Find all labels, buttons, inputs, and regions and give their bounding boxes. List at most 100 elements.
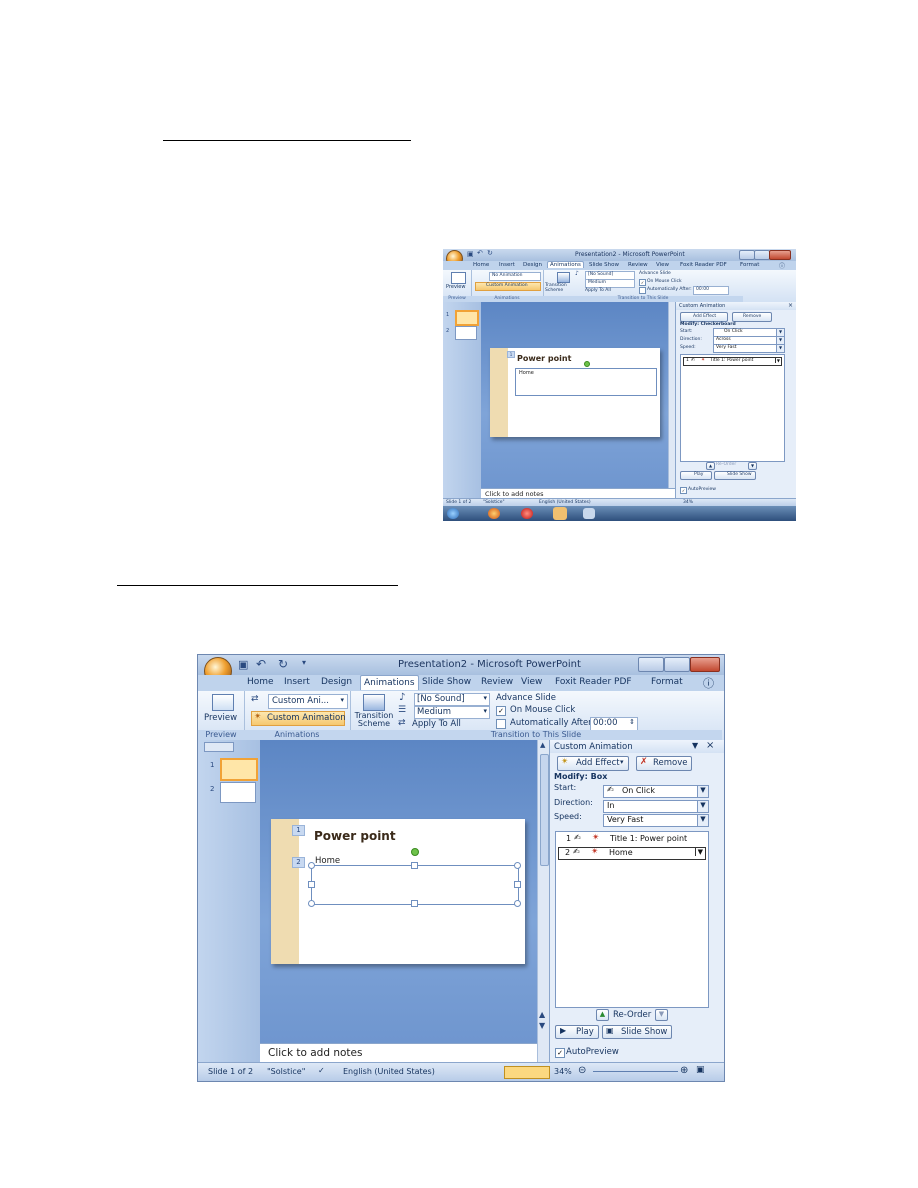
save-icon[interactable]: ▣: [238, 658, 248, 671]
autopreview-checkbox[interactable]: ✓: [680, 487, 687, 494]
maximize-button[interactable]: [754, 250, 770, 260]
slide-show-button[interactable]: Slide Show: [714, 471, 756, 480]
notes-pane[interactable]: Click to add notes: [260, 1043, 537, 1063]
tab-review[interactable]: Review: [628, 262, 648, 268]
taskbar-firefox-icon[interactable]: [488, 508, 500, 519]
undo-icon[interactable]: ↶: [256, 657, 266, 671]
help-icon[interactable]: ⓘ: [779, 261, 785, 270]
tab-foxit[interactable]: Foxit Reader PDF: [555, 677, 632, 687]
tab-foxit[interactable]: Foxit Reader PDF: [680, 262, 727, 268]
tab-animations[interactable]: Animations: [360, 675, 419, 690]
rotation-handle[interactable]: [584, 361, 590, 367]
body-placeholder[interactable]: [515, 368, 657, 396]
minimize-button[interactable]: [739, 250, 755, 260]
custom-animation-button[interactable]: Custom Animation: [475, 282, 541, 291]
animation-list-item[interactable]: 2 ✍ ✴ Home ▼: [558, 847, 706, 860]
rotation-handle[interactable]: [411, 848, 419, 856]
transition-scheme-label[interactable]: Transition Scheme: [353, 712, 395, 728]
tab-review[interactable]: Review: [481, 677, 513, 687]
spell-check-icon[interactable]: ✓: [318, 1066, 325, 1075]
play-button[interactable]: Play: [680, 471, 712, 480]
save-icon[interactable]: ▣: [467, 250, 474, 258]
apply-to-all-button[interactable]: Apply To All: [412, 719, 461, 729]
previous-slide-icon[interactable]: ▲: [539, 1010, 545, 1019]
animate-dropdown[interactable]: No Animation: [489, 272, 541, 281]
close-button[interactable]: [690, 657, 720, 672]
preview-icon[interactable]: [451, 272, 466, 284]
tab-insert[interactable]: Insert: [499, 262, 515, 268]
autopreview-checkbox[interactable]: ✓: [555, 1048, 565, 1058]
tab-slide-show[interactable]: Slide Show: [422, 677, 471, 687]
undo-icon[interactable]: ↶: [477, 249, 483, 257]
zoom-out-icon[interactable]: ⊝: [578, 1065, 586, 1076]
transition-sound-dropdown[interactable]: [No Sound] ▾: [414, 693, 490, 706]
tab-animations[interactable]: Animations: [547, 261, 584, 268]
preview-label[interactable]: Preview: [204, 713, 237, 723]
close-button[interactable]: [769, 250, 791, 260]
reorder-down-button[interactable]: ▼: [655, 1009, 668, 1021]
transition-scheme-icon[interactable]: [363, 694, 385, 711]
animate-dropdown[interactable]: Custom Ani... ▾: [268, 694, 348, 709]
start-dropdown[interactable]: ✍ On Click ▼: [603, 785, 709, 798]
close-icon[interactable]: ×: [788, 302, 793, 309]
play-button[interactable]: ▶ Play: [555, 1025, 599, 1039]
zoom-in-icon[interactable]: ⊕: [680, 1065, 688, 1076]
remove-button[interactable]: Remove: [732, 312, 772, 322]
slide-thumbnail-2[interactable]: [220, 782, 256, 803]
slide-title[interactable]: Power point: [517, 354, 571, 363]
slide-thumbnail-2[interactable]: [455, 326, 477, 340]
start-button[interactable]: [447, 508, 459, 519]
close-icon[interactable]: ×: [706, 740, 714, 751]
direction-dropdown[interactable]: In ▼: [603, 800, 709, 813]
transition-speed-dropdown[interactable]: Medium ▾: [414, 706, 490, 719]
tab-design[interactable]: Design: [321, 677, 352, 687]
slide-body-text[interactable]: Home: [519, 370, 534, 376]
redo-icon[interactable]: ↻: [278, 657, 288, 671]
tab-format[interactable]: Format: [740, 262, 759, 268]
tab-slide-show[interactable]: Slide Show: [589, 262, 619, 268]
slide-show-button[interactable]: ▣ Slide Show: [602, 1025, 672, 1039]
taskbar-app-icon[interactable]: [583, 508, 595, 519]
body-placeholder[interactable]: [311, 865, 519, 905]
taskbar-opera-icon[interactable]: [521, 508, 533, 519]
minimize-button[interactable]: [638, 657, 664, 672]
slide-thumbnail-1[interactable]: [455, 310, 479, 326]
qat-customize-icon[interactable]: ▾: [302, 658, 306, 667]
reorder-up-button[interactable]: ▲: [706, 462, 715, 470]
fit-to-window-icon[interactable]: ▣: [696, 1065, 705, 1075]
auto-after-checkbox[interactable]: [639, 287, 646, 294]
remove-button[interactable]: ✗ Remove: [636, 756, 692, 771]
zoom-slider[interactable]: [593, 1071, 678, 1072]
next-slide-icon[interactable]: ▼: [539, 1021, 545, 1030]
transition-scheme-label[interactable]: Transition Scheme: [545, 283, 573, 293]
pane-menu-icon[interactable]: ▼: [692, 741, 698, 750]
slides-outline-tabs[interactable]: [204, 742, 234, 752]
taskbar-powerpoint-icon[interactable]: [553, 507, 567, 520]
tab-format[interactable]: Format: [651, 677, 683, 687]
add-effect-button[interactable]: ✴ Add Effect ▾: [557, 756, 629, 771]
redo-icon[interactable]: ↻: [487, 249, 493, 257]
transition-speed-dropdown[interactable]: Medium: [585, 279, 635, 288]
slide-thumbnail-1[interactable]: [220, 758, 258, 781]
speed-dropdown[interactable]: Very Fast ▼: [713, 344, 785, 353]
apply-to-all-button[interactable]: Apply To All: [585, 288, 611, 293]
add-effect-button[interactable]: Add Effect: [680, 312, 728, 322]
animation-list-item[interactable]: 1 ✍ ✴ Title 1: Power point: [558, 833, 706, 845]
on-mouse-click-checkbox[interactable]: ✓: [496, 706, 506, 716]
tab-home[interactable]: Home: [473, 262, 489, 268]
scroll-up-icon[interactable]: ▲: [540, 741, 545, 749]
chevron-down-icon[interactable]: ▼: [774, 358, 781, 363]
view-buttons[interactable]: [504, 1066, 550, 1079]
slide-body-text[interactable]: Home: [315, 856, 340, 866]
transition-scheme-icon[interactable]: [557, 272, 570, 283]
on-mouse-click-checkbox[interactable]: ✓: [639, 279, 646, 286]
chevron-down-icon[interactable]: ▼: [694, 848, 705, 856]
custom-animation-button[interactable]: ✴ Custom Animation: [251, 711, 346, 726]
help-icon[interactable]: ⓘ: [703, 675, 714, 691]
tab-home[interactable]: Home: [247, 677, 274, 687]
auto-after-spinner[interactable]: 00:00: [693, 286, 729, 295]
auto-after-checkbox[interactable]: [496, 719, 506, 729]
slide-title[interactable]: Power point: [314, 829, 396, 843]
tab-view[interactable]: View: [656, 262, 669, 268]
preview-icon[interactable]: [212, 694, 234, 711]
